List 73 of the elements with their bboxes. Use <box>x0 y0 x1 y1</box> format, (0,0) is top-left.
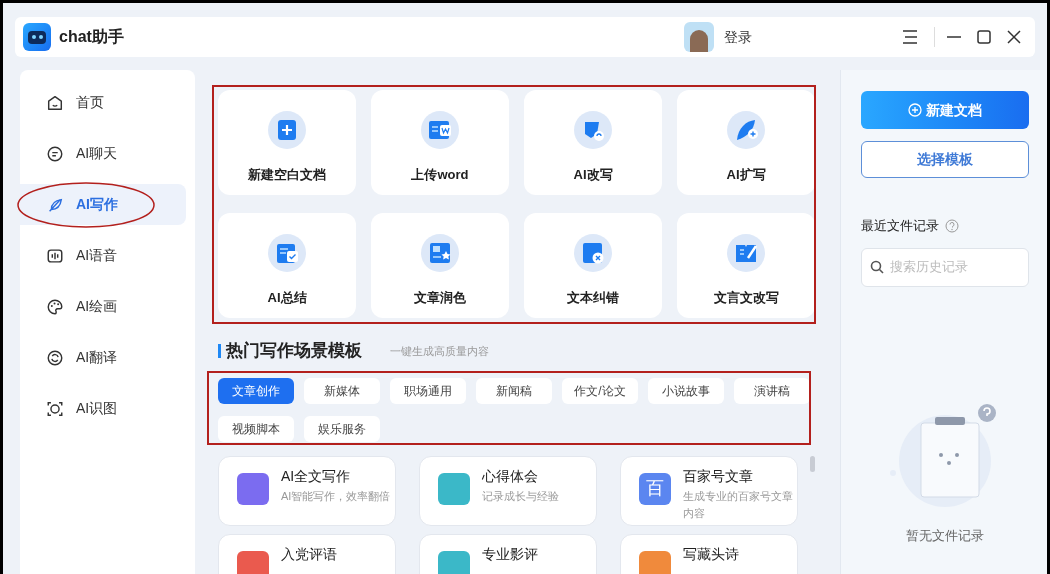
template-title: 入党评语 <box>281 544 337 563</box>
tool-card[interactable]: 新建空白文档 <box>218 90 356 195</box>
template-card[interactable]: AI全文写作 AI智能写作，效率翻倍 <box>218 455 396 526</box>
template-description: 生成专业的百家号文章内容 <box>683 488 794 521</box>
tool-card[interactable]: 上传word <box>371 90 509 195</box>
recent-files-label: 最近文件记录 <box>861 217 939 235</box>
template-description: AI智能写作，效率翻倍 <box>281 488 392 504</box>
word-document-icon <box>420 110 460 150</box>
check-document-icon <box>267 233 307 273</box>
choose-template-button[interactable]: 选择模板 <box>861 141 1029 178</box>
menu-icon[interactable] <box>902 30 918 44</box>
star-document-icon <box>420 233 460 273</box>
sidebar-nav-item[interactable]: AI识图 <box>20 388 186 429</box>
translate-icon <box>46 348 64 367</box>
category-tab[interactable]: 新媒体 <box>304 377 380 404</box>
avatar-icon[interactable] <box>684 22 714 52</box>
home-icon <box>46 93 64 112</box>
scrollbar-thumb[interactable] <box>810 455 815 472</box>
pen-document-icon <box>573 110 613 150</box>
template-title: 专业影评 <box>482 544 538 563</box>
section-subtitle: 一键生成高质量内容 <box>390 343 489 359</box>
category-tab[interactable]: 娱乐服务 <box>304 415 380 442</box>
maximize-icon[interactable] <box>977 30 991 44</box>
category-tab[interactable]: 视频脚本 <box>218 415 294 442</box>
paint-icon <box>46 297 64 316</box>
template-title: 写藏头诗 <box>683 544 739 563</box>
template-description: 记录成长与经验 <box>482 488 560 504</box>
sidebar-nav-item[interactable]: AI绘画 <box>20 286 186 327</box>
sidebar-nav-item[interactable]: 首页 <box>20 82 186 123</box>
category-tab[interactable]: 职场通用 <box>390 377 466 404</box>
search-icon <box>870 260 884 274</box>
feather-document-icon <box>726 110 766 150</box>
plus-document-icon <box>267 110 307 150</box>
vision-icon <box>46 399 64 418</box>
tool-card[interactable]: AI扩写 <box>677 90 815 195</box>
login-link[interactable]: 登录 <box>724 26 752 48</box>
sidebar-nav-item[interactable]: AI聊天 <box>20 133 186 174</box>
cross-document-icon <box>573 233 613 273</box>
category-tab[interactable]: 演讲稿 <box>734 377 810 404</box>
voice-icon <box>46 246 64 265</box>
sidebar-nav-item[interactable]: AI语音 <box>20 235 186 276</box>
close-icon[interactable] <box>1007 30 1021 44</box>
category-tab[interactable]: 作文/论文 <box>562 377 638 404</box>
plus-circle-icon <box>908 103 922 117</box>
section-accent-bar <box>218 343 221 358</box>
tool-card[interactable]: 文本纠错 <box>524 213 662 318</box>
section-title: 热门写作场景模板 <box>226 340 362 362</box>
template-card[interactable]: 写藏头诗 <box>620 533 798 574</box>
template-card[interactable]: 百 百家号文章 生成专业的百家号文章内容 <box>620 455 798 526</box>
robot-logo-icon <box>23 23 51 51</box>
template-card[interactable]: 心得体会 记录成长与经验 <box>419 455 597 526</box>
tool-card[interactable]: AI总结 <box>218 213 356 318</box>
template-title: 百家号文章 <box>683 466 754 485</box>
empty-state-text: 暂无文件记录 <box>906 526 984 545</box>
sidebar-nav-item[interactable]: AI翻译 <box>20 337 186 378</box>
template-title: 心得体会 <box>482 466 539 485</box>
template-title: AI全文写作 <box>281 466 352 485</box>
history-search-field[interactable]: 搜索历史记录 <box>861 247 1029 287</box>
new-document-button[interactable]: 新建文档 <box>861 91 1029 129</box>
category-tab[interactable]: 小说故事 <box>648 377 724 404</box>
chat-icon <box>46 144 64 163</box>
tool-card[interactable]: AI改写 <box>524 90 662 195</box>
template-card[interactable]: 专业影评 <box>419 533 597 574</box>
book-document-icon <box>726 233 766 273</box>
search-input[interactable]: 搜索历史记录 <box>890 257 1010 277</box>
category-tab[interactable]: 文章创作 <box>218 377 294 404</box>
tool-card[interactable]: 文章润色 <box>371 213 509 318</box>
sidebar-nav-item[interactable]: AI写作 <box>20 184 186 225</box>
tool-card[interactable]: 文言文改写 <box>677 213 815 318</box>
template-card[interactable]: 入党评语 <box>218 533 396 574</box>
template-icon: 百 <box>639 472 671 505</box>
category-tab[interactable]: 新闻稿 <box>476 377 552 404</box>
app-title: chat助手 <box>59 27 124 47</box>
